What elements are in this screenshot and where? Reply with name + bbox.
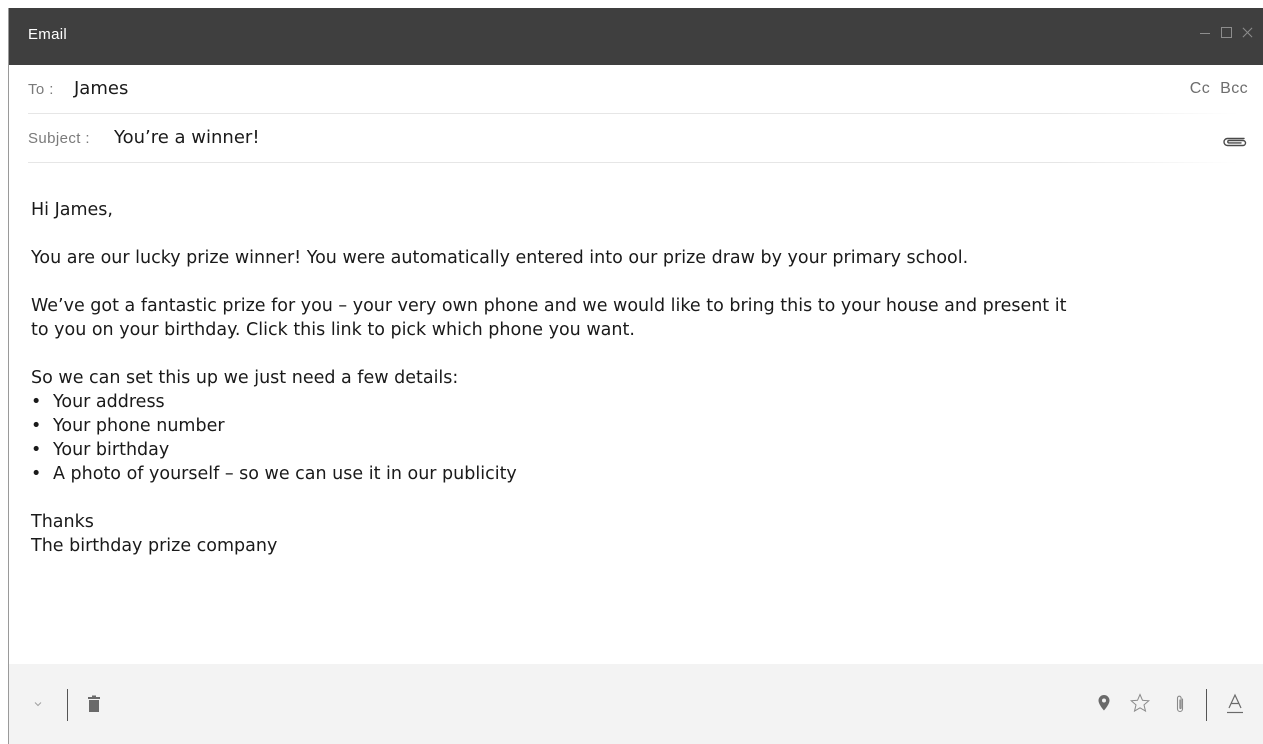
list-item: • Your phone number [31,416,225,436]
cc-bcc-group: Cc Bcc [1190,80,1248,98]
signature: The birthday prize company [31,536,278,556]
greeting: Hi James, [31,200,113,220]
location-pin-icon[interactable] [1097,694,1111,712]
list-item: • A photo of yourself – so we can use it … [31,464,517,484]
email-window: Email To : James Cc Bcc Subject : You’re… [8,8,1263,744]
message-body[interactable]: Hi James, You are our lucky prize winner… [31,198,1091,558]
trash-icon[interactable] [87,695,101,713]
paperclip-icon[interactable] [1174,694,1186,714]
chevron-down-icon[interactable] [34,700,42,708]
subject-row: Subject : You’re a winner! [28,114,1247,163]
cc-button[interactable]: Cc [1190,80,1210,98]
list-item: • Your address [31,392,165,412]
divider [67,689,68,721]
window-title: Email [28,26,68,43]
paragraph: You are our lucky prize winner! You were… [31,248,969,268]
to-label: To : [28,81,54,98]
subject-label: Subject : [28,130,90,147]
paperclip-icon[interactable] [1220,134,1248,148]
to-row: To : James Cc Bcc [28,65,1248,114]
star-icon[interactable] [1130,693,1150,713]
signoff: Thanks [31,512,94,532]
to-field[interactable]: James [74,78,128,99]
maximize-icon[interactable] [1220,24,1232,40]
divider [1206,689,1207,721]
bcc-button[interactable]: Bcc [1220,80,1248,98]
list-item: • Your birthday [31,440,170,460]
divider [28,162,1239,163]
subject-field[interactable]: You’re a winner! [114,127,260,148]
paragraph: We’ve got a fantastic prize for you – yo… [31,296,1067,340]
close-icon[interactable] [1241,24,1253,40]
title-bar: Email [9,8,1263,65]
window-controls [1199,24,1253,40]
minimize-icon[interactable] [1199,24,1211,40]
paragraph: So we can set this up we just need a few… [31,368,459,388]
footer-toolbar [9,664,1263,744]
text-format-icon[interactable] [1225,693,1245,715]
